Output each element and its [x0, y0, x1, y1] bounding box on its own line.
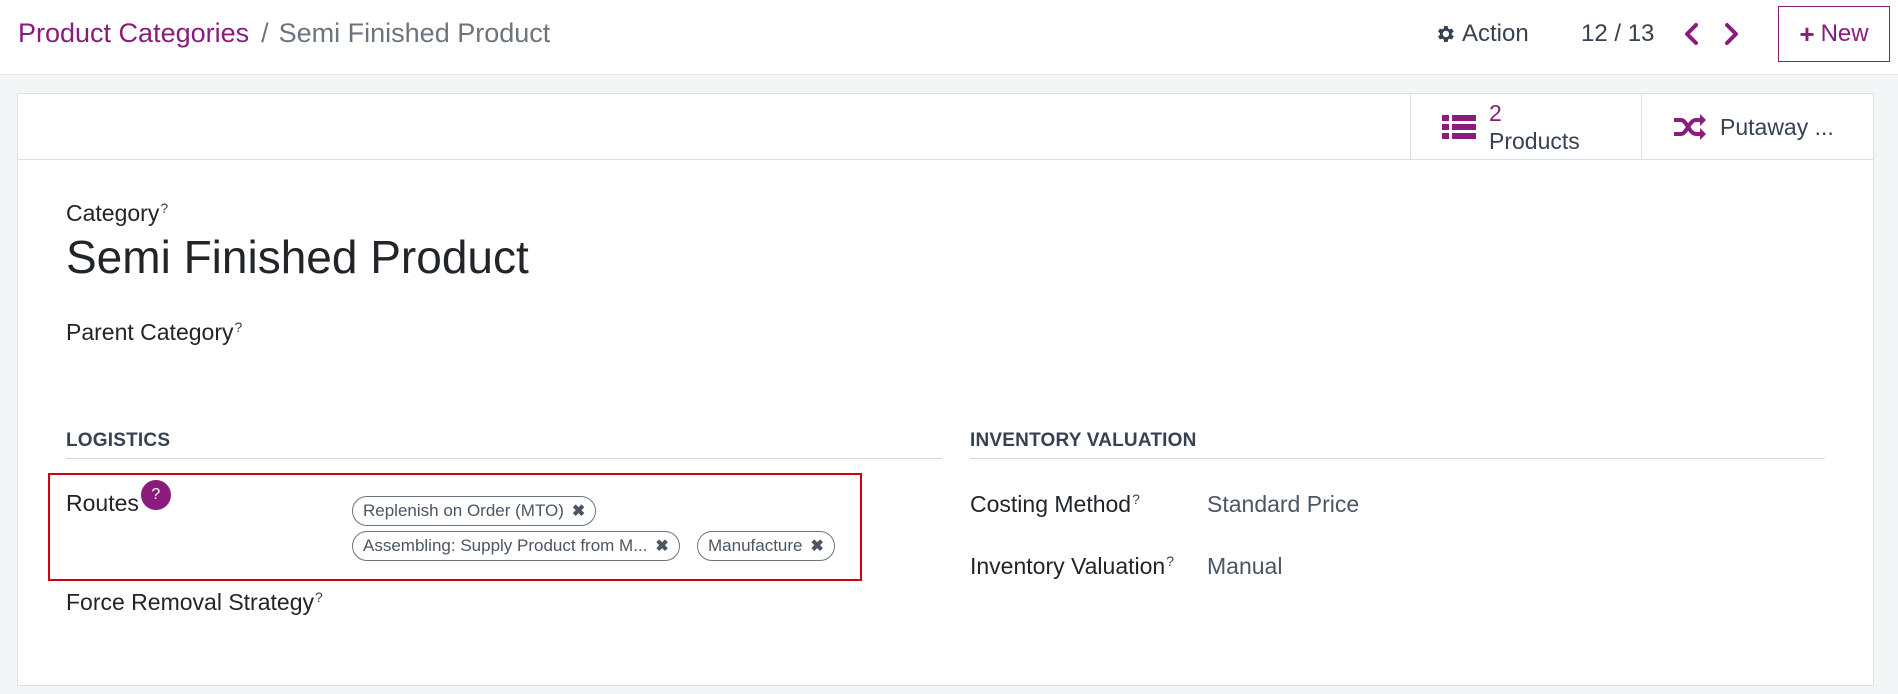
products-label: Products: [1489, 128, 1580, 154]
costing-method-value[interactable]: Standard Price: [1207, 491, 1359, 518]
pager-value[interactable]: 12 / 13: [1581, 17, 1654, 51]
costing-method-label-text: Costing Method: [970, 491, 1132, 517]
new-label: New: [1820, 20, 1869, 47]
costing-method-help-marker[interactable]: ?: [1132, 491, 1140, 507]
form-sheet: 2 Products Putaway ... Category? Semi Fi…: [17, 93, 1874, 686]
breadcrumb-parent-link[interactable]: Product Categories: [18, 18, 249, 48]
remove-tag-icon[interactable]: ✖: [655, 536, 668, 556]
category-help-marker[interactable]: ?: [160, 200, 168, 216]
chevron-right-icon[interactable]: [1718, 19, 1744, 49]
routes-help-icon[interactable]: ?: [140, 480, 171, 510]
category-label: Category?: [66, 200, 168, 227]
inventory-valuation-divider: [970, 458, 1825, 459]
list-icon: [1442, 115, 1476, 139]
action-button[interactable]: Action: [1434, 17, 1529, 51]
parent-category-label-text: Parent Category: [66, 319, 234, 345]
parent-category-label: Parent Category?: [66, 319, 242, 346]
route-tag: Replenish on Order (MTO) ✖: [352, 496, 597, 526]
new-button[interactable]: + New: [1778, 6, 1890, 62]
route-tag: Manufacture ✖: [697, 531, 835, 561]
routes-label: Routes?: [66, 480, 171, 520]
logistics-divider: [66, 458, 942, 459]
category-label-text: Category: [66, 200, 160, 226]
putaway-label: Putaway ...: [1720, 113, 1834, 140]
breadcrumb: Product Categories / Semi Finished Product: [18, 16, 550, 50]
inventory-valuation-section-title: INVENTORY VALUATION: [970, 430, 1197, 451]
force-removal-label: Force Removal Strategy?: [66, 589, 323, 616]
products-smart-button[interactable]: 2 Products: [1410, 94, 1642, 160]
remove-tag-icon[interactable]: ✖: [572, 501, 585, 521]
breadcrumb-separator: /: [261, 18, 269, 48]
category-name-field[interactable]: Semi Finished Product: [66, 230, 529, 284]
shuffle-icon: [1674, 114, 1706, 140]
inventory-valuation-help-marker[interactable]: ?: [1166, 553, 1174, 569]
route-tag-label: Assembling: Supply Product from M...: [363, 536, 648, 555]
inventory-valuation-value[interactable]: Manual: [1207, 553, 1282, 580]
breadcrumb-current: Semi Finished Product: [278, 18, 551, 48]
action-label: Action: [1462, 20, 1529, 47]
gear-icon: [1438, 26, 1454, 42]
inventory-valuation-label: Inventory Valuation?: [970, 553, 1174, 580]
plus-icon: +: [1799, 18, 1815, 49]
logistics-section-title: LOGISTICS: [66, 430, 171, 451]
costing-method-label: Costing Method?: [970, 491, 1140, 518]
control-panel: Product Categories / Semi Finished Product…: [0, 0, 1898, 75]
smart-button-box: 2 Products Putaway ...: [18, 94, 1873, 160]
force-removal-label-text: Force Removal Strategy: [66, 589, 314, 615]
parent-category-help-marker[interactable]: ?: [234, 319, 242, 335]
routes-label-text: Routes: [66, 490, 139, 516]
inventory-valuation-label-text: Inventory Valuation: [970, 553, 1166, 579]
route-tag-label: Replenish on Order (MTO): [363, 501, 564, 520]
force-removal-help-marker[interactable]: ?: [315, 589, 323, 605]
putaway-smart-button[interactable]: Putaway ...: [1641, 94, 1873, 160]
chevron-left-icon[interactable]: [1679, 19, 1705, 49]
remove-tag-icon[interactable]: ✖: [811, 536, 824, 556]
products-count: 2: [1489, 100, 1502, 126]
route-tag-label: Manufacture: [708, 536, 803, 555]
route-tag: Assembling: Supply Product from M... ✖: [352, 531, 680, 561]
